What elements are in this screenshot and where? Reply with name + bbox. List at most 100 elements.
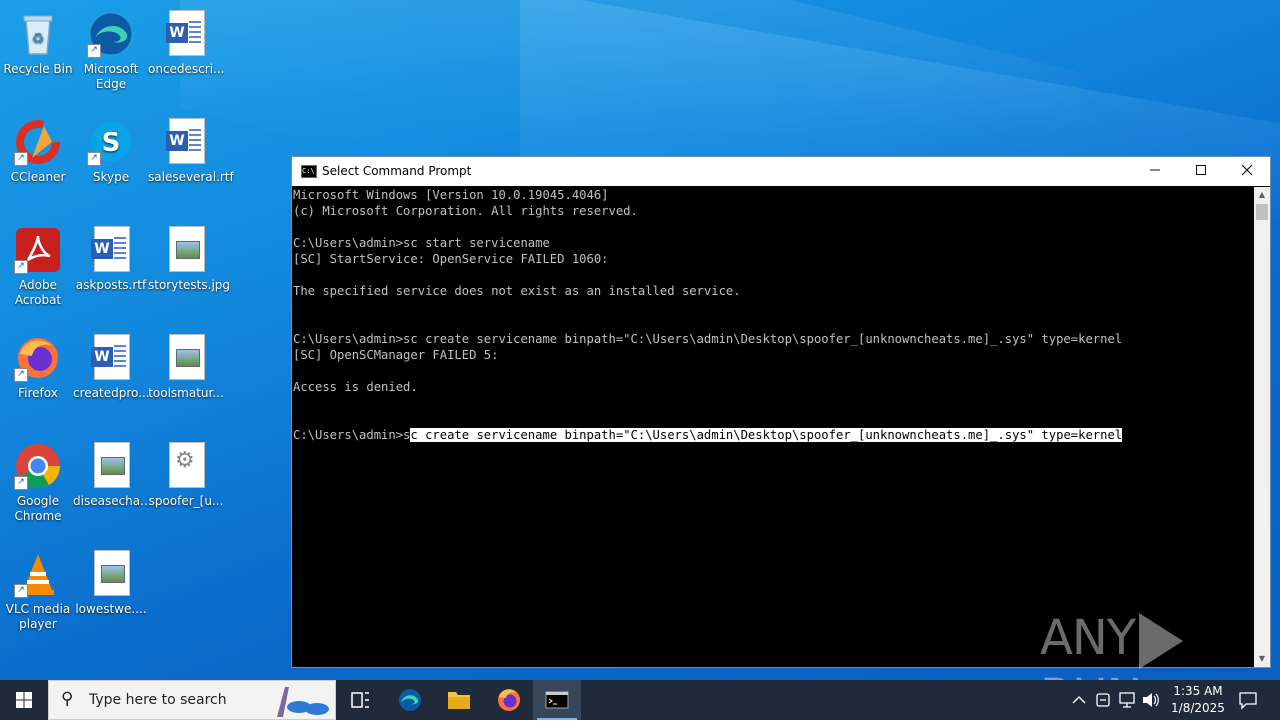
tray-overflow-button[interactable] — [1068, 680, 1090, 720]
taskbar-cmd-button[interactable] — [533, 680, 581, 720]
chevron-up-icon — [1072, 696, 1086, 704]
desktop-icon-saleseveral[interactable]: W saleseveral.rtf — [148, 114, 234, 185]
desktop-icon-createdpro[interactable]: W createdpro... — [73, 330, 150, 401]
svg-text:S: S — [102, 128, 121, 158]
console-line: Microsoft Windows [Version 10.0.19045.40… — [293, 188, 609, 202]
desktop-icon-label: storytests.jpg — [148, 278, 231, 292]
desktop-icon-oncedescri[interactable]: W oncedescri... — [148, 6, 225, 77]
console-line: C:\Users\admin>sc create servicename bin… — [293, 332, 1123, 346]
desktop-icon-label: Recycle Bin — [3, 62, 73, 76]
desktop-icon-label: createdpro... — [73, 386, 150, 400]
vlc-icon: ↗ — [14, 550, 62, 598]
vertical-scrollbar[interactable]: ▲ ▼ — [1254, 187, 1270, 667]
cmd-icon — [545, 691, 569, 709]
desktop-icon-adobe-acrobat[interactable]: ↗ Adobe Acrobat — [0, 222, 76, 308]
desktop-icon-label: Microsoft Edge — [83, 62, 139, 91]
cmd-icon: C:\ — [301, 165, 317, 178]
desktop-icon-askposts[interactable]: W askposts.rtf — [73, 222, 149, 293]
desktop-icon-google-chrome[interactable]: ↗ Google Chrome — [0, 438, 76, 524]
desktop-icon-vlc[interactable]: ↗ VLC media player — [0, 546, 76, 632]
minimize-icon — [1150, 169, 1160, 171]
desktop-icon-label: toolsmatur... — [148, 386, 224, 400]
console-line: (c) Microsoft Corporation. All rights re… — [293, 204, 638, 218]
image-file-icon — [87, 442, 135, 490]
shortcut-arrow-icon: ↗ — [14, 152, 28, 166]
word-doc-icon: W — [162, 10, 210, 58]
desktop-icon-toolsmatur[interactable]: toolsmatur... — [148, 330, 224, 401]
watermark-left-text: ANY — [1040, 610, 1136, 666]
windows-logo-icon — [16, 692, 32, 708]
maximize-icon — [1196, 165, 1206, 175]
svg-text:♻: ♻ — [32, 31, 45, 47]
desktop-icon-microsoft-edge[interactable]: ↗ Microsoft Edge — [73, 6, 149, 92]
desktop-icon-label: VLC media player — [5, 602, 71, 631]
shortcut-arrow-icon: ↗ — [14, 260, 28, 274]
close-button[interactable] — [1224, 157, 1270, 186]
ccleaner-icon: ↗ — [14, 118, 62, 166]
desktop-icon-ccleaner[interactable]: ↗ CCleaner — [0, 114, 76, 185]
start-button[interactable] — [0, 680, 48, 720]
desktop-icon-spoofer[interactable]: ⚙ spoofer_[u... — [148, 438, 224, 509]
word-doc-icon: W — [162, 118, 210, 166]
play-icon — [1139, 613, 1184, 669]
desktop-icon-label: CCleaner — [10, 170, 66, 184]
console-prompt: C:\Users\admin>s — [293, 428, 411, 442]
scrollbar-thumb[interactable] — [1256, 204, 1268, 220]
desktop-icon-label: oncedescri... — [148, 62, 225, 76]
firefox-icon: ↗ — [14, 334, 62, 382]
shortcut-arrow-icon: ↗ — [14, 476, 28, 490]
speaker-icon — [1143, 693, 1159, 707]
desktop-icon-skype[interactable]: S ↗ Skype — [73, 114, 149, 185]
console-prompt-line: C:\Users\admin>sc create servicename bin… — [293, 427, 1254, 443]
desktop-icon-recycle-bin[interactable]: ♻ Recycle Bin — [0, 6, 76, 77]
skype-icon: S ↗ — [87, 118, 135, 166]
desktop-icon-label: Firefox — [18, 386, 58, 400]
desktop-icon-storytests[interactable]: storytests.jpg — [148, 222, 231, 293]
selected-text[interactable]: c create servicename binpath="C:\Users\a… — [410, 428, 1123, 442]
shortcut-arrow-icon: ↗ — [14, 584, 28, 598]
desktop-icon-diseasecha[interactable]: diseasecha... — [73, 438, 152, 509]
tray-network-button[interactable] — [1116, 680, 1138, 720]
close-icon — [1241, 164, 1253, 176]
system-file-icon: ⚙ — [162, 442, 210, 490]
maximize-button[interactable] — [1178, 157, 1224, 186]
watermark-right-text: RUN — [1040, 669, 1142, 680]
search-icon: ⚲ — [61, 689, 74, 709]
defender-icon — [1096, 693, 1110, 707]
notifications-button[interactable] — [1234, 680, 1262, 720]
shortcut-arrow-icon: ↗ — [14, 368, 28, 382]
console-line: [SC] OpenSCManager FAILED 5: — [293, 348, 499, 362]
folder-icon — [448, 692, 470, 709]
window-title: Select Command Prompt — [322, 164, 472, 178]
window-titlebar[interactable]: C:\ Select Command Prompt — [292, 157, 1270, 186]
tray-security-button[interactable] — [1092, 680, 1114, 720]
scroll-up-icon[interactable]: ▲ — [1254, 187, 1270, 203]
desktop-icon-label: lowestwe.... — [75, 602, 147, 616]
console-output[interactable]: Microsoft Windows [Version 10.0.19045.40… — [292, 187, 1254, 667]
firefox-icon — [498, 689, 520, 711]
command-prompt-window[interactable]: C:\ Select Command Prompt Microsoft Wind… — [291, 156, 1271, 668]
tray-volume-button[interactable] — [1140, 680, 1162, 720]
desktop-icon-firefox[interactable]: ↗ Firefox — [0, 330, 76, 401]
console-line: C:\Users\admin>sc start servicename — [293, 236, 550, 250]
shortcut-arrow-icon: ↗ — [87, 152, 101, 166]
network-icon — [1119, 692, 1135, 708]
taskbar-firefox-button[interactable] — [485, 680, 533, 720]
search-highlight-icon — [277, 687, 329, 717]
desktop-icon-lowestwe[interactable]: lowestwe.... — [73, 546, 149, 617]
taskbar-clock[interactable]: 1:35 AM 1/8/2025 — [1162, 683, 1234, 717]
taskbar-edge-button[interactable] — [386, 680, 434, 720]
taskbar-search-box[interactable]: ⚲ Type here to search — [48, 680, 336, 720]
chrome-icon: ↗ — [14, 442, 62, 490]
clock-date: 1/8/2025 — [1171, 701, 1225, 715]
taskbar-file-explorer-button[interactable] — [435, 680, 483, 720]
task-view-button[interactable] — [336, 680, 384, 720]
minimize-button[interactable] — [1132, 157, 1178, 186]
image-file-icon — [162, 226, 210, 274]
